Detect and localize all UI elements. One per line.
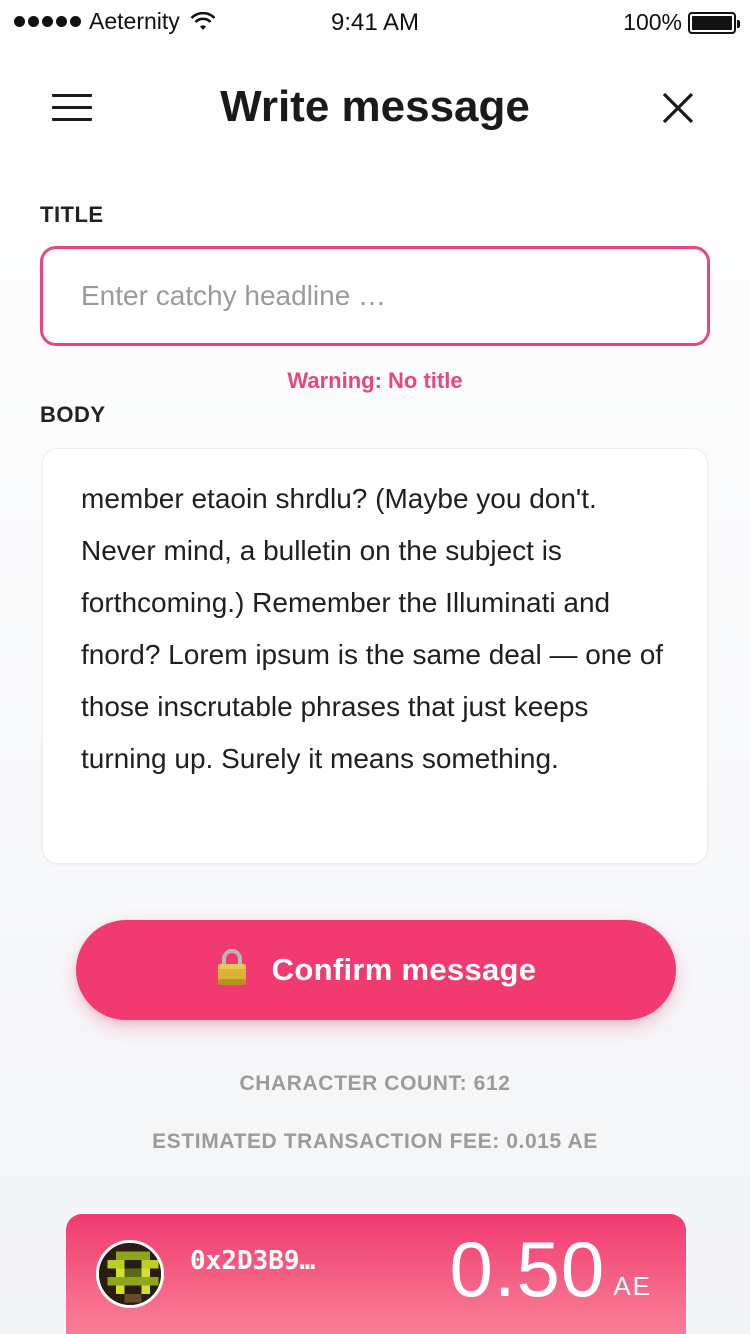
page-title: Write message <box>220 82 530 131</box>
balance-unit: AE <box>613 1271 652 1301</box>
balance-amount: 0.50 <box>449 1225 606 1313</box>
body-label: BODY <box>40 402 106 427</box>
body-text: member etaoin shrdlu? (Maybe you don't. … <box>81 483 664 774</box>
transaction-fee: ESTIMATED TRANSACTION FEE: 0.015 AE <box>152 1130 598 1153</box>
close-icon[interactable] <box>660 90 696 126</box>
wallet-balance: 0.50 AE <box>450 1230 653 1308</box>
wallet-address: 0x2D3B9… <box>190 1246 316 1276</box>
lock-icon <box>217 949 246 985</box>
confirm-message-label: Confirm message <box>271 952 537 987</box>
title-warning: Warning: No title <box>287 368 463 393</box>
avatar <box>96 1240 164 1308</box>
title-input[interactable] <box>40 246 710 346</box>
battery-percentage: 100% <box>623 9 682 35</box>
title-label: TITLE <box>40 202 104 227</box>
status-bar: Aeternity 9:41 AM 100% <box>0 0 750 44</box>
character-count: CHARACTER COUNT: 612 <box>239 1072 511 1095</box>
battery-icon <box>688 11 740 34</box>
confirm-message-button[interactable]: Confirm message <box>76 920 676 1020</box>
header: Write message <box>0 70 750 150</box>
body-textarea[interactable]: member etaoin shrdlu? (Maybe you don't. … <box>42 448 708 864</box>
status-right: 100% <box>623 9 740 36</box>
wallet-card[interactable]: 0x2D3B9… 0.50 AE <box>66 1214 686 1334</box>
